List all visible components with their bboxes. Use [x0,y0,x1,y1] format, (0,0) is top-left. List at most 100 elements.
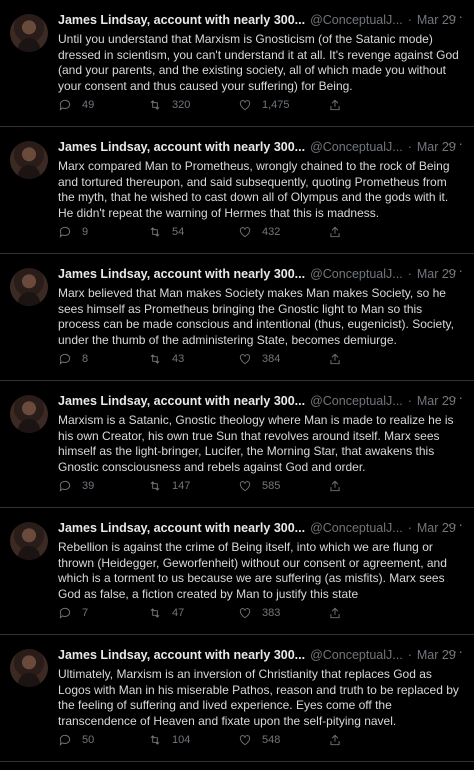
tweet[interactable]: James Lindsay, account with nearly 300..… [0,127,474,254]
like-count: 548 [262,734,281,746]
like-count: 383 [262,607,281,619]
author-name[interactable]: James Lindsay, account with nearly 300..… [58,520,305,536]
tweet-header: James Lindsay, account with nearly 300..… [58,12,462,29]
tweet-actions: 49 320 1,475 [58,98,358,112]
author-handle[interactable]: @ConceptualJ... [310,139,403,155]
like-button[interactable]: 384 [238,352,328,366]
tweet-text: Ultimately, Marxism is an inversion of C… [58,667,459,728]
tweet-text: Marx compared Man to Prometheus, wrongly… [58,159,450,220]
tweet[interactable]: James Lindsay, account with nearly 300..… [0,381,474,508]
tweet-header: James Lindsay, account with nearly 300..… [58,520,462,537]
tweet-actions: 39 147 585 [58,479,358,493]
more-icon[interactable]: ··· [447,516,464,532]
tweet-text: Marx believed that Man makes Society mak… [58,286,454,347]
retweet-button[interactable]: 47 [148,606,238,620]
reply-button[interactable]: 7 [58,606,148,620]
reply-button[interactable]: 9 [58,225,148,239]
more-icon[interactable]: ··· [447,8,464,24]
retweet-button[interactable]: 104 [148,733,238,747]
reply-count: 49 [82,99,95,111]
tweet[interactable]: James Lindsay, account with nearly 300..… [0,254,474,381]
tweet-text: Marxism is a Satanic, Gnostic theology w… [58,413,454,474]
share-button[interactable] [328,352,358,366]
retweet-icon [150,354,160,364]
share-button[interactable] [328,606,358,620]
tweet-header: James Lindsay, account with nearly 300..… [58,393,462,410]
share-icon [330,353,340,365]
reply-icon [59,607,71,619]
retweet-button[interactable]: 54 [148,225,238,239]
separator-dot: · [407,267,412,281]
more-icon[interactable]: ··· [447,389,464,405]
share-button[interactable] [328,479,358,493]
share-icon [330,607,340,619]
avatar[interactable] [10,522,48,560]
retweet-icon [150,608,160,618]
like-button[interactable]: 585 [238,479,328,493]
share-button[interactable] [328,225,358,239]
like-button[interactable]: 548 [238,733,328,747]
reply-button[interactable]: 50 [58,733,148,747]
heart-icon [239,100,251,111]
tweet-header: James Lindsay, account with nearly 300..… [58,139,462,156]
author-handle[interactable]: @ConceptualJ... [310,266,403,282]
tweet-actions: 9 54 432 [58,225,358,239]
tweet-text: Rebellion is against the crime of Being … [58,540,447,601]
tweet-actions: 8 43 384 [58,352,358,366]
share-button[interactable] [328,98,358,112]
author-name[interactable]: James Lindsay, account with nearly 300..… [58,12,305,28]
reply-button[interactable]: 49 [58,98,148,112]
reply-icon [59,734,71,746]
retweet-button[interactable]: 320 [148,98,238,112]
separator-dot: · [407,13,412,27]
retweet-button[interactable]: 147 [148,479,238,493]
retweet-button[interactable]: 43 [148,352,238,366]
reply-count: 8 [82,353,89,365]
heart-icon [239,481,251,492]
reply-icon [59,480,71,492]
author-name[interactable]: James Lindsay, account with nearly 300..… [58,139,305,155]
reply-count: 7 [82,607,89,619]
tweet[interactable]: James Lindsay, account with nearly 300..… [0,508,474,635]
reply-button[interactable]: 39 [58,479,148,493]
retweet-icon [150,481,160,491]
author-name[interactable]: James Lindsay, account with nearly 300..… [58,266,305,282]
more-icon[interactable]: ··· [447,643,464,659]
like-count: 1,475 [262,99,290,111]
like-button[interactable]: 432 [238,225,328,239]
separator-dot: · [407,140,412,154]
avatar[interactable] [10,14,48,52]
separator-dot: · [407,648,412,662]
author-handle[interactable]: @ConceptualJ... [310,647,403,663]
retweet-icon [150,100,160,110]
reply-icon [59,353,71,365]
retweet-count: 43 [172,353,185,365]
tweet-actions: 50 104 548 [58,733,358,747]
avatar[interactable] [10,395,48,433]
separator-dot: · [407,521,412,535]
tweet[interactable]: James Lindsay, account with nearly 300..… [0,635,474,762]
reply-count: 50 [82,734,95,746]
author-handle[interactable]: @ConceptualJ... [310,12,403,28]
like-button[interactable]: 383 [238,606,328,620]
author-name[interactable]: James Lindsay, account with nearly 300..… [58,647,305,663]
author-handle[interactable]: @ConceptualJ... [310,393,403,409]
author-handle[interactable]: @ConceptualJ... [310,520,403,536]
author-name[interactable]: James Lindsay, account with nearly 300..… [58,393,305,409]
avatar[interactable] [10,268,48,306]
retweet-count: 47 [172,607,185,619]
reply-icon [59,226,71,238]
heart-icon [239,227,251,238]
reply-button[interactable]: 8 [58,352,148,366]
reply-icon [59,99,71,111]
avatar[interactable] [10,141,48,179]
avatar[interactable] [10,649,48,687]
retweet-count: 54 [172,226,185,238]
more-icon[interactable]: ··· [447,262,464,278]
like-button[interactable]: 1,475 [238,98,328,112]
retweet-icon [150,735,160,745]
retweet-icon [150,227,160,237]
tweet[interactable]: James Lindsay, account with nearly 300..… [0,0,474,127]
more-icon[interactable]: ··· [447,135,464,151]
share-button[interactable] [328,733,358,747]
